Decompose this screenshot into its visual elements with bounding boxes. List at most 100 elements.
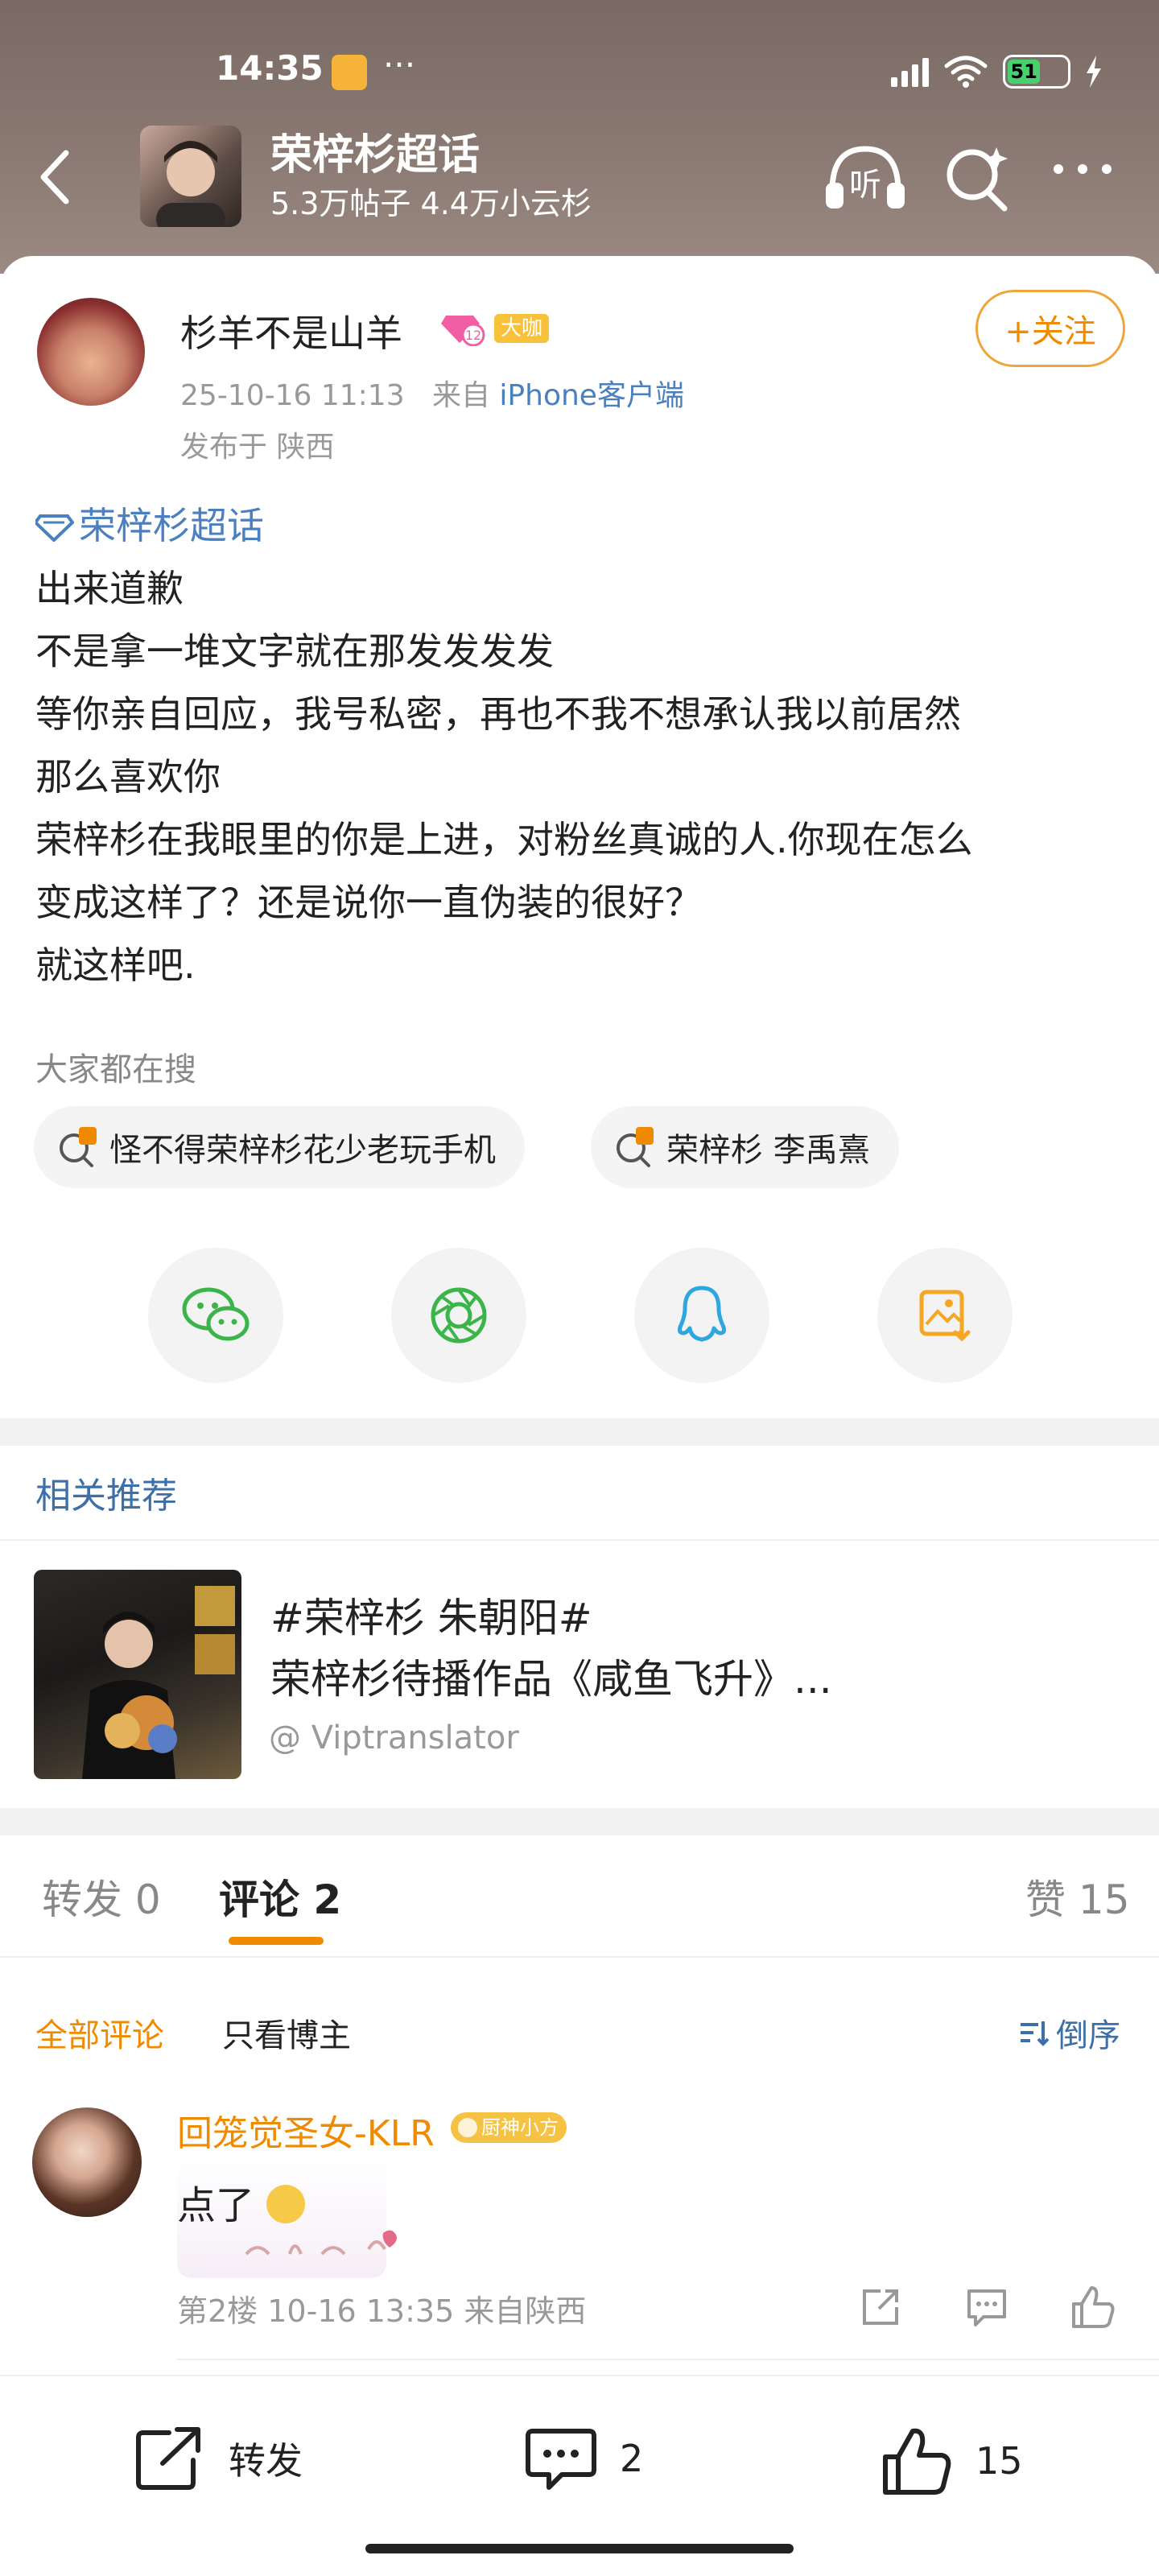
- divider: [0, 1956, 1159, 1958]
- share-icon: [863, 2289, 898, 2325]
- super-topic-icon: [35, 514, 74, 542]
- comment-icon: [967, 2289, 1006, 2326]
- hot-search-icon: [617, 1127, 654, 1167]
- related-title: 相关推荐: [35, 1476, 177, 1517]
- badge-icon: [458, 2118, 477, 2137]
- status-time: 14:35: [216, 48, 324, 88]
- headphones-icon: 听: [826, 146, 905, 208]
- hot-search-icon: [60, 1127, 97, 1167]
- search-icon: [947, 147, 1008, 212]
- thumbs-up-icon: [1072, 2286, 1115, 2328]
- related-thumbnail-image: [82, 1586, 235, 1779]
- related-headline[interactable]: #荣梓杉 朱朝阳#: [270, 1586, 592, 1644]
- topic-link[interactable]: 荣梓杉超话: [35, 494, 1130, 557]
- like-count: 15: [975, 2439, 1023, 2483]
- back-button[interactable]: [32, 145, 97, 209]
- post-line: 等你亲自回应，我号私密，再也不我不想承认我以前居然: [35, 692, 961, 736]
- post-source[interactable]: iPhone客户端: [499, 379, 684, 412]
- status-icons: 51: [891, 55, 1103, 89]
- topic-title[interactable]: 荣梓杉超话: [270, 121, 480, 181]
- post-line: 那么喜欢你: [35, 755, 221, 799]
- filter-all-comments[interactable]: 全部评论: [35, 2009, 164, 2056]
- big-shot-badge: 大咖: [494, 314, 550, 343]
- share-wechat-button[interactable]: [148, 1248, 283, 1383]
- status-more-dots: ···: [383, 45, 416, 85]
- section-divider: [0, 1418, 1159, 1446]
- trending-chip[interactable]: 怪不得荣梓杉花少老玩手机: [34, 1106, 525, 1188]
- sort-label: 倒序: [1056, 2017, 1120, 2054]
- related-source: @ Viptranslator: [269, 1719, 519, 1757]
- comment-reply-button[interactable]: [963, 2283, 1011, 2331]
- charging-icon: [1087, 56, 1101, 88]
- battery-level: 51: [1008, 60, 1041, 84]
- save-image-button[interactable]: [877, 1248, 1013, 1383]
- repost-button[interactable]: 转发: [134, 2425, 303, 2492]
- post-line: 不是拿一堆文字就在那发发发发: [35, 630, 554, 673]
- battery-icon: 51: [1003, 55, 1070, 89]
- svg-text:听: 听: [849, 167, 881, 204]
- thumbs-up-icon: [883, 2428, 951, 2495]
- commenter-badge: 厨神小方: [451, 2112, 567, 2143]
- post-line: 出来道歉: [35, 567, 184, 610]
- qq-icon: [677, 1286, 727, 1342]
- search-button[interactable]: [940, 141, 1013, 213]
- sort-icon: [1021, 2021, 1050, 2046]
- follow-button[interactable]: +关注: [975, 290, 1125, 367]
- related-description[interactable]: 荣梓杉待播作品《咸鱼飞升》...: [270, 1647, 832, 1705]
- back-arrow-icon: [40, 150, 69, 204]
- post-body: 荣梓杉超话 出来道歉 不是拿一堆文字就在那发发发发 等你亲自回应，我号私密，再也…: [35, 494, 1130, 997]
- post-line: 变成这样了？还是说你一直伪装的很好？: [35, 881, 702, 924]
- tab-reposts[interactable]: 转发 0: [42, 1868, 161, 1926]
- signal-icon: [891, 56, 929, 87]
- trending-chip-label: 荣梓杉 李禹熹: [666, 1132, 870, 1169]
- commenter-badge-label: 厨神小方: [481, 2116, 559, 2139]
- tab-likes[interactable]: 赞 15: [1025, 1868, 1130, 1926]
- topic-avatar[interactable]: [140, 126, 241, 227]
- more-button[interactable]: [1046, 153, 1119, 201]
- comment-meta: 第2楼 10-16 13:35 来自陕西: [177, 2293, 587, 2329]
- repost-label: 转发: [229, 2439, 303, 2483]
- status-bar: 14:35 ··· 51: [0, 45, 1159, 105]
- post-meta: 25-10-16 11:13 来自 iPhone客户端: [180, 372, 684, 414]
- comment-text: 点了: [177, 2174, 306, 2230]
- post-time: 25-10-16 11:13: [180, 379, 405, 412]
- share-qq-button[interactable]: [634, 1248, 769, 1383]
- active-tab-indicator: [229, 1937, 324, 1945]
- home-indicator[interactable]: [365, 2544, 794, 2553]
- comment-icon: [526, 2429, 596, 2490]
- topic-stats: 5.3万帖子 4.4万小云杉: [270, 186, 592, 221]
- trending-search-label: 大家都在搜: [35, 1051, 196, 1088]
- save-image-icon: [919, 1290, 971, 1342]
- topic-avatar-image: [156, 141, 225, 227]
- author-name[interactable]: 杉羊不是山羊: [180, 304, 402, 357]
- diamond-icon: 12: [441, 316, 485, 346]
- wifi-icon: [944, 56, 988, 88]
- author-avatar[interactable]: [37, 298, 145, 406]
- trending-chip[interactable]: 荣梓杉 李禹熹: [591, 1106, 899, 1188]
- sort-button[interactable]: 倒序: [1017, 2009, 1120, 2056]
- commenter-name[interactable]: 回笼觉圣女-KLR: [177, 2104, 435, 2156]
- topic-link-label: 荣梓杉超话: [79, 504, 264, 547]
- comment-like-button[interactable]: [1069, 2283, 1117, 2331]
- post-line: 就这样吧.: [35, 943, 196, 987]
- tab-comments[interactable]: 评论 2: [219, 1868, 341, 1926]
- hands-sticker: [241, 2230, 402, 2262]
- post-from-prefix: 来自: [431, 379, 490, 412]
- wechat-icon: [182, 1287, 250, 1341]
- repost-icon: [136, 2427, 200, 2490]
- post-location: 发布于 陕西: [180, 431, 335, 464]
- share-moments-button[interactable]: [391, 1248, 526, 1383]
- notification-icon: [332, 55, 367, 90]
- moments-icon: [431, 1287, 487, 1344]
- comment-repost-button[interactable]: [856, 2283, 905, 2331]
- post-line: 荣梓杉在我眼里的你是上进，对粉丝真诚的人.你现在怎么: [35, 818, 973, 861]
- filter-op-only[interactable]: 只看博主: [222, 2009, 351, 2056]
- like-button[interactable]: 15: [881, 2425, 1023, 2497]
- comment-text-label: 点了: [177, 2183, 255, 2228]
- commenter-avatar[interactable]: [32, 2107, 142, 2217]
- comment-button[interactable]: 2: [525, 2425, 643, 2492]
- more-icon: [1054, 164, 1112, 174]
- divider: [0, 1539, 1159, 1541]
- related-thumbnail[interactable]: [34, 1570, 241, 1779]
- listen-button[interactable]: 听: [821, 141, 909, 213]
